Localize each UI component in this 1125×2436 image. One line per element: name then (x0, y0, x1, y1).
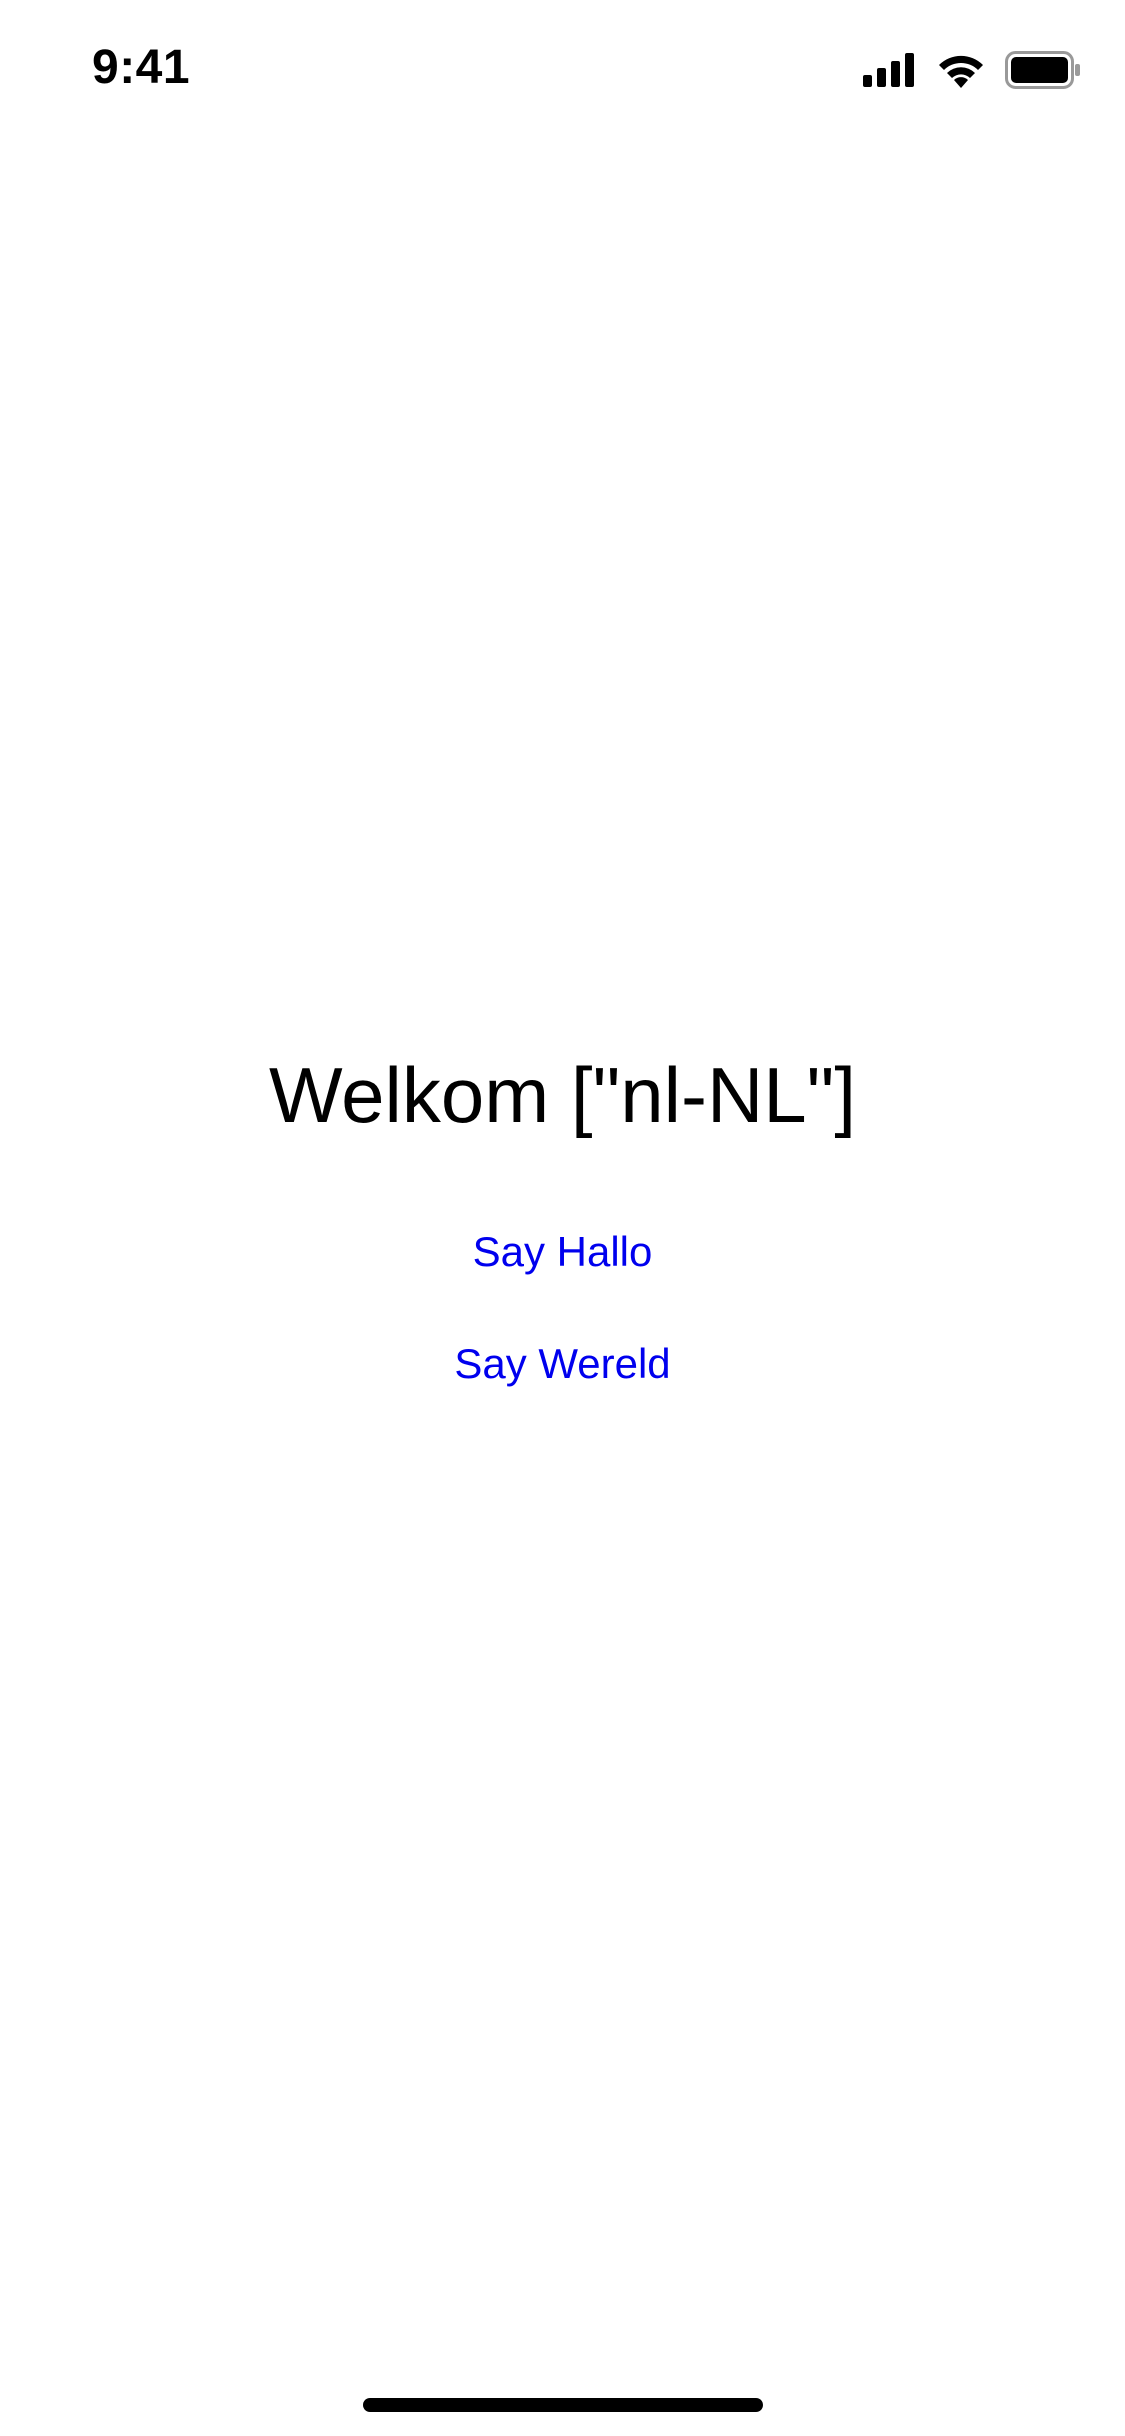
say-hallo-button[interactable]: Say Hallo (0, 1224, 1125, 1280)
welcome-title: Welkom ["nl-NL"] (268, 1051, 857, 1139)
main-content: Welkom ["nl-NL"] Say Hallo Say Wereld (0, 0, 1125, 2436)
app-screen: 9:41 Welkom ["nl-NL"] Say Hallo Say Were… (0, 0, 1125, 2436)
say-wereld-button[interactable]: Say Wereld (0, 1336, 1125, 1392)
home-indicator[interactable] (363, 2398, 763, 2412)
